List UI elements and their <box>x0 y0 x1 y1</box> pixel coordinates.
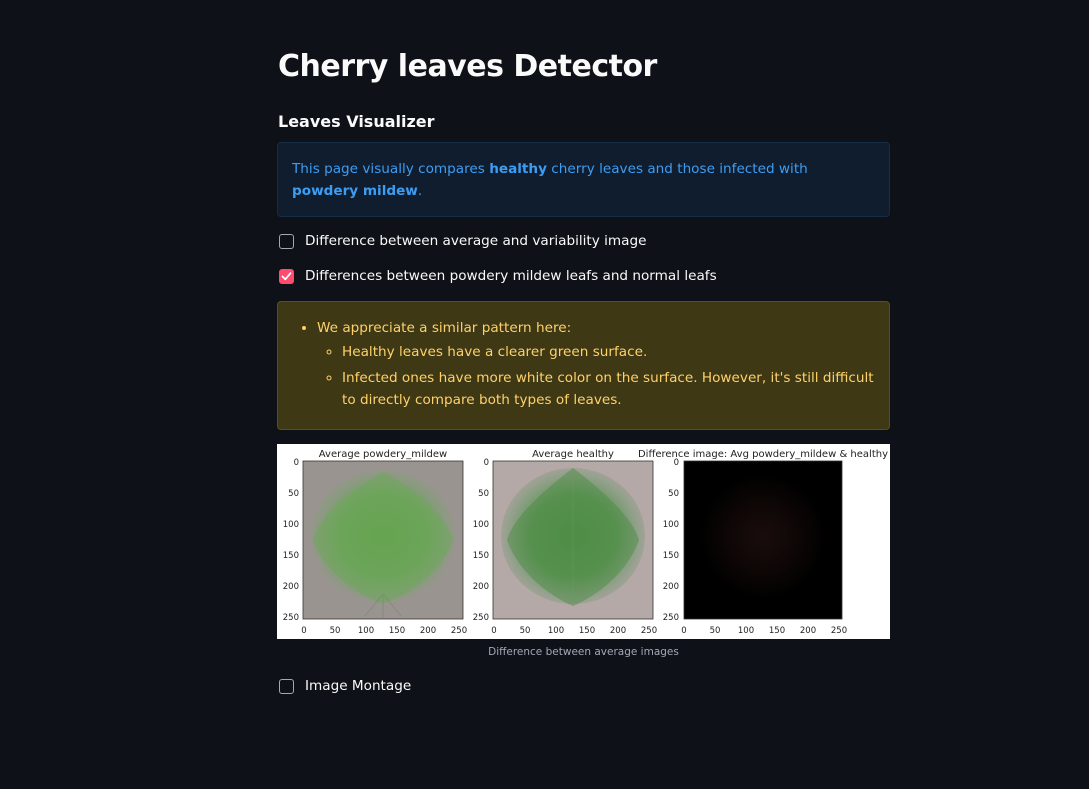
x-tick: 0 <box>301 626 306 636</box>
figure-svg: Average powdery_mildew Average healthy D… <box>283 449 888 636</box>
checkmark-icon <box>281 271 292 280</box>
y-tick: 100 <box>663 520 679 530</box>
checkbox-label: Differences between powdery mildew leafs… <box>305 268 717 284</box>
y-tick: 250 <box>473 613 489 623</box>
warning-sublist: Healthy leaves have a clearer green surf… <box>317 341 875 411</box>
x-tick: 150 <box>579 626 595 636</box>
x-tick: 250 <box>641 626 657 636</box>
warning-alert: We appreciate a similar pattern here: He… <box>277 301 890 430</box>
panel-title-healthy: Average healthy <box>532 449 614 460</box>
x-ticks-difference: 0 50 100 150 200 250 <box>681 626 847 636</box>
x-tick: 200 <box>800 626 816 636</box>
y-tick: 150 <box>473 551 489 561</box>
panel-healthy <box>492 460 654 620</box>
y-ticks-mildew: 0 50 100 150 200 250 <box>283 458 299 623</box>
x-tick: 250 <box>831 626 847 636</box>
x-tick: 100 <box>358 626 374 636</box>
y-tick: 0 <box>674 458 679 468</box>
y-tick: 0 <box>294 458 299 468</box>
warning-sub-item: Infected ones have more white color on t… <box>342 367 875 411</box>
checkbox-box-checked[interactable] <box>279 268 294 284</box>
warning-bullet: We appreciate a similar pattern here: He… <box>317 317 875 411</box>
y-tick: 200 <box>283 582 299 592</box>
y-tick: 50 <box>668 489 679 499</box>
x-tick: 50 <box>520 626 531 636</box>
x-tick: 250 <box>451 626 467 636</box>
y-tick: 100 <box>283 520 299 530</box>
y-ticks-difference: 0 50 100 150 200 250 <box>663 458 679 623</box>
info-text-3: . <box>417 183 423 199</box>
page-title: Cherry leaves Detector <box>278 49 657 84</box>
average-images-figure: Average powdery_mildew Average healthy D… <box>277 444 890 639</box>
warning-sub-item: Healthy leaves have a clearer green surf… <box>342 341 875 363</box>
info-bold-healthy: healthy <box>489 161 547 177</box>
x-ticks-healthy: 0 50 100 150 200 250 <box>491 626 657 636</box>
x-tick: 150 <box>389 626 405 636</box>
y-tick: 100 <box>473 520 489 530</box>
x-tick: 0 <box>681 626 686 636</box>
y-tick: 250 <box>663 613 679 623</box>
y-tick: 0 <box>484 458 489 468</box>
x-tick: 200 <box>610 626 626 636</box>
x-tick: 150 <box>769 626 785 636</box>
panel-mildew <box>302 460 464 620</box>
y-tick: 200 <box>663 582 679 592</box>
checkbox-label: Image Montage <box>305 678 412 694</box>
y-tick: 50 <box>288 489 299 499</box>
y-tick: 150 <box>663 551 679 561</box>
checkbox-image-montage[interactable]: Image Montage <box>279 676 411 696</box>
info-alert: This page visually compares healthy cher… <box>277 142 890 217</box>
checkbox-box[interactable] <box>279 233 294 249</box>
x-tick: 0 <box>491 626 496 636</box>
panel-difference <box>683 460 843 620</box>
section-subheader: Leaves Visualizer <box>278 112 435 131</box>
y-tick: 250 <box>283 613 299 623</box>
x-tick: 50 <box>710 626 721 636</box>
figure-caption: Difference between average images <box>488 646 679 658</box>
x-tick: 200 <box>420 626 436 636</box>
info-bold-powdery-mildew: powdery mildew <box>292 183 418 199</box>
checkbox-avg-variability[interactable]: Difference between average and variabili… <box>279 231 646 251</box>
checkbox-label: Difference between average and variabili… <box>305 233 647 249</box>
panel-title-mildew: Average powdery_mildew <box>319 449 447 460</box>
x-ticks-mildew: 0 50 100 150 200 250 <box>301 626 467 636</box>
y-tick: 150 <box>283 551 299 561</box>
x-tick: 50 <box>330 626 341 636</box>
warning-list: We appreciate a similar pattern here: He… <box>292 317 875 411</box>
checkbox-mildew-vs-normal[interactable]: Differences between powdery mildew leafs… <box>279 266 717 286</box>
info-text-2: cherry leaves and those infected with <box>546 161 808 177</box>
x-tick: 100 <box>548 626 564 636</box>
warning-bullet-text: We appreciate a similar pattern here: <box>317 320 572 336</box>
checkbox-box[interactable] <box>279 678 294 694</box>
info-text-1: This page visually compares <box>292 161 490 177</box>
y-tick: 200 <box>473 582 489 592</box>
y-tick: 50 <box>478 489 489 499</box>
x-tick: 100 <box>738 626 754 636</box>
y-ticks-healthy: 0 50 100 150 200 250 <box>473 458 489 623</box>
